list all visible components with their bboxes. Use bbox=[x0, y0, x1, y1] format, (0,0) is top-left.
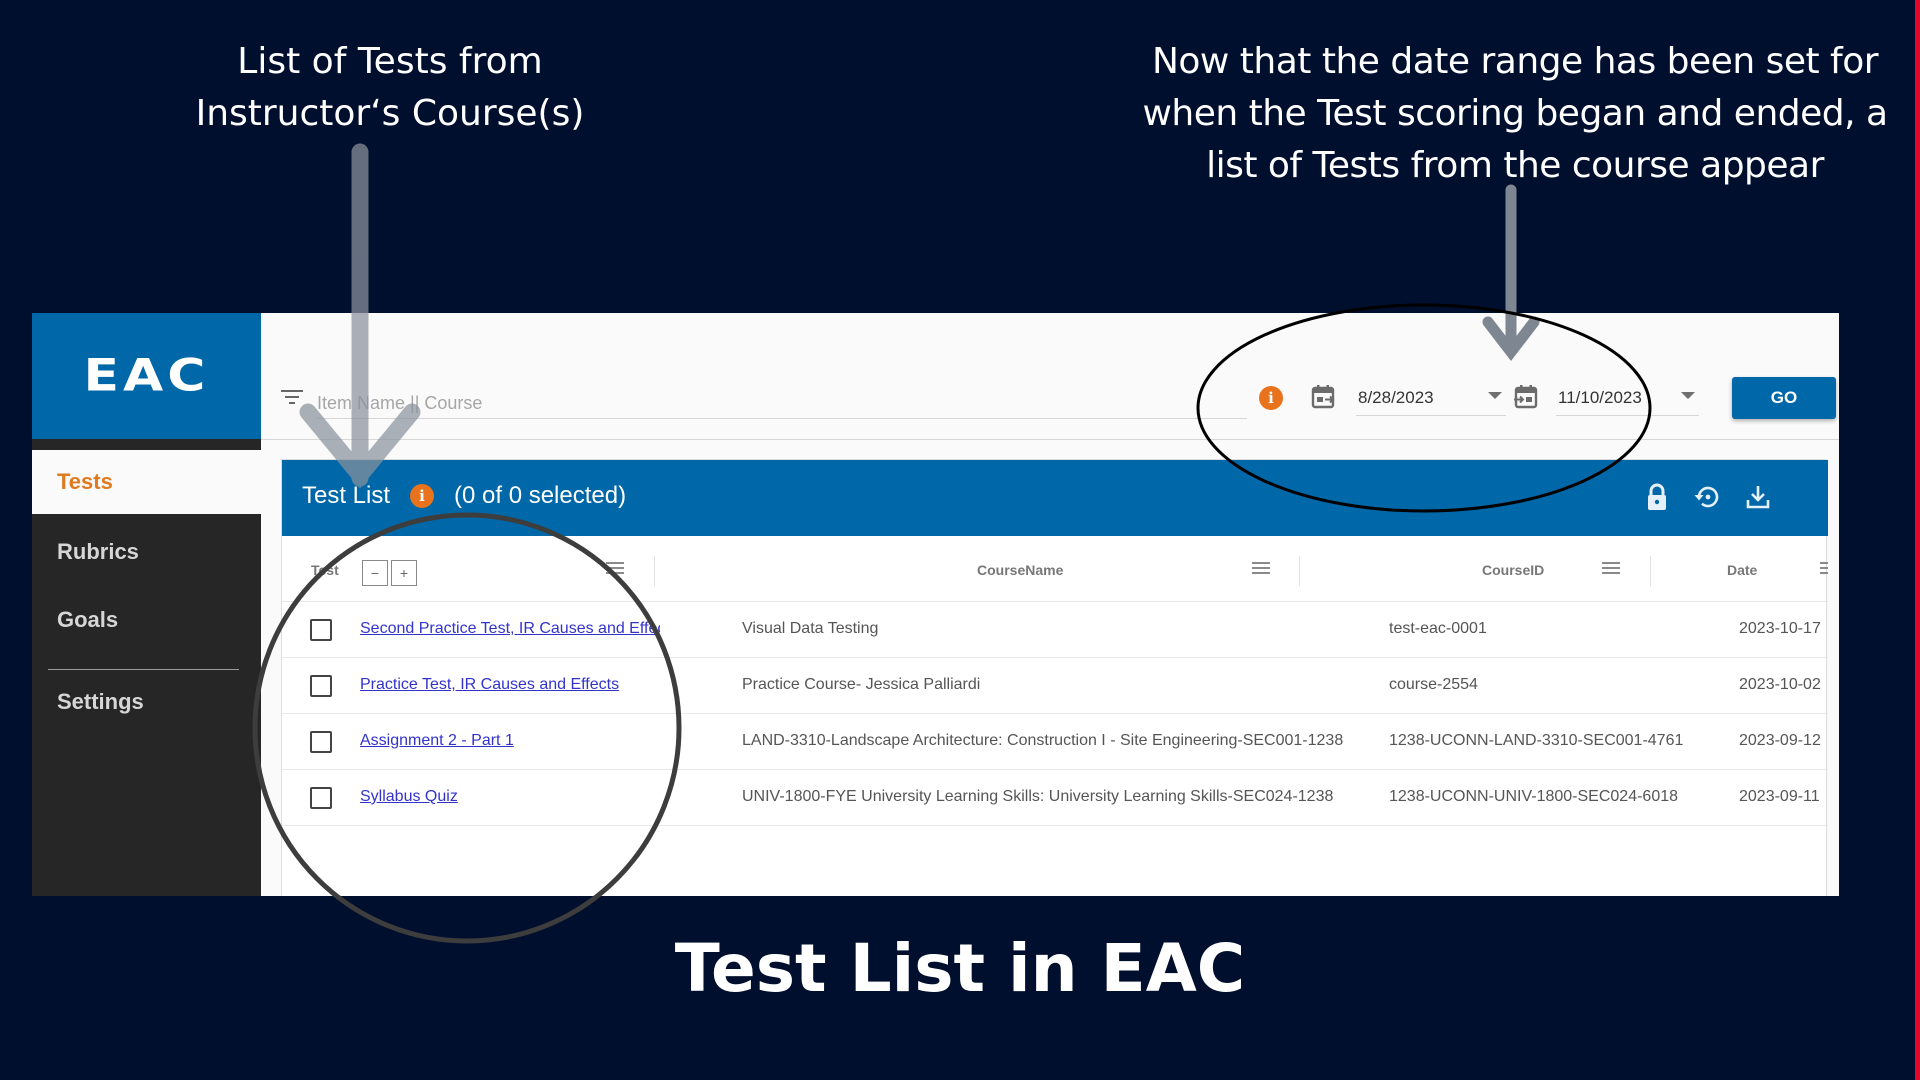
filter-list-icon[interactable] bbox=[281, 389, 303, 405]
logo-header: EAC bbox=[32, 313, 261, 439]
course-name-cell: LAND-3310-Landscape Architecture: Constr… bbox=[742, 732, 1344, 749]
go-button[interactable]: GO bbox=[1732, 377, 1836, 419]
row-checkbox[interactable] bbox=[310, 787, 332, 809]
chevron-down-icon bbox=[1681, 392, 1695, 399]
caption-line: Instructor‘s Course(s) bbox=[195, 93, 585, 134]
column-header-date[interactable]: Date bbox=[1727, 562, 1757, 578]
info-icon[interactable]: i bbox=[1259, 386, 1283, 410]
selection-count: (0 of 0 selected) bbox=[454, 482, 627, 509]
expand-all-button[interactable]: + bbox=[391, 560, 417, 586]
date-cell: 2023-09-12 bbox=[1739, 732, 1821, 749]
grid-title: Test List bbox=[302, 482, 391, 509]
slide-title: Test List in EAC bbox=[674, 930, 1246, 1007]
column-separator[interactable] bbox=[1650, 556, 1651, 586]
right-edge-strip bbox=[1915, 0, 1920, 1080]
search-input[interactable] bbox=[317, 389, 1247, 419]
caption-line: list of Tests from the course appear bbox=[1206, 145, 1824, 186]
eac-logo: EAC bbox=[83, 350, 210, 402]
download-icon[interactable] bbox=[1743, 482, 1773, 512]
table-row[interactable]: Practice Test, IR Causes and Effects Pra… bbox=[282, 658, 1828, 714]
test-link[interactable]: Practice Test, IR Causes and Effects bbox=[360, 676, 619, 694]
calendar-end-icon[interactable] bbox=[1513, 384, 1539, 410]
sidebar-item-rubrics[interactable]: Rubrics bbox=[32, 520, 261, 584]
test-list-grid: Test List i (0 of 0 selected) Test − + C… bbox=[281, 459, 1828, 896]
column-header-test[interactable]: Test bbox=[311, 562, 339, 578]
column-header-coursename[interactable]: CourseName bbox=[977, 562, 1063, 578]
column-separator[interactable] bbox=[1299, 556, 1300, 586]
row-checkbox[interactable] bbox=[310, 675, 332, 697]
date-cell: 2023-10-02 bbox=[1739, 676, 1821, 693]
course-id-cell: 1238-UCONN-LAND-3310-SEC001-4761 bbox=[1389, 732, 1684, 749]
end-date-field[interactable]: 11/10/2023 bbox=[1556, 380, 1699, 416]
column-menu-icon[interactable] bbox=[1602, 562, 1620, 574]
chevron-down-icon bbox=[1488, 392, 1502, 399]
start-date-field[interactable]: 8/28/2023 bbox=[1356, 380, 1506, 416]
test-link[interactable]: Assignment 2 - Part 1 bbox=[360, 732, 514, 750]
sidebar-item-tests[interactable]: Tests bbox=[32, 450, 261, 514]
course-name-cell: Practice Course- Jessica Palliardi bbox=[742, 676, 981, 693]
end-date-value: 11/10/2023 bbox=[1558, 387, 1642, 407]
caption-line: List of Tests from bbox=[237, 41, 543, 82]
caption-line: when the Test scoring began and ended, a bbox=[1142, 93, 1888, 134]
column-menu-icon[interactable] bbox=[1820, 562, 1828, 574]
table-row[interactable]: Second Practice Test, IR Causes and Effe… bbox=[282, 602, 1828, 658]
lock-icon[interactable] bbox=[1642, 482, 1672, 512]
end-date-picker: 11/10/2023 bbox=[1513, 380, 1713, 420]
grid-header-bar: Test List i (0 of 0 selected) bbox=[282, 460, 1828, 536]
date-cell: 2023-10-17 bbox=[1739, 620, 1821, 637]
main-content: i 8/28/2023 bbox=[261, 313, 1839, 896]
course-id-cell: course-2554 bbox=[1389, 676, 1478, 693]
row-checkbox[interactable] bbox=[310, 619, 332, 641]
collapse-all-button[interactable]: − bbox=[362, 560, 388, 586]
eac-app-window: EAC Tests Rubrics Goals Settings i bbox=[32, 313, 1839, 896]
column-menu-icon[interactable] bbox=[606, 562, 624, 574]
sidebar: EAC Tests Rubrics Goals Settings bbox=[32, 313, 261, 896]
restore-icon[interactable] bbox=[1692, 482, 1722, 512]
table-row[interactable]: Assignment 2 - Part 1 LAND-3310-Landscap… bbox=[282, 714, 1828, 770]
column-separator[interactable] bbox=[654, 556, 655, 586]
course-id-cell: 1238-UCONN-UNIV-1800-SEC024-6018 bbox=[1389, 788, 1679, 805]
date-cell: 2023-09-11 bbox=[1739, 788, 1820, 805]
toolbar: i 8/28/2023 bbox=[261, 313, 1839, 440]
table-row[interactable]: Syllabus Quiz UNIV-1800-FYE University L… bbox=[282, 770, 1828, 826]
course-name-cell: Visual Data Testing bbox=[742, 620, 879, 637]
start-date-value: 8/28/2023 bbox=[1358, 387, 1434, 407]
sidebar-item-settings[interactable]: Settings bbox=[32, 670, 261, 734]
start-date-picker: 8/28/2023 bbox=[1311, 380, 1511, 420]
annotation-caption-right: Now that the date range has been set for… bbox=[1120, 36, 1910, 192]
test-link[interactable]: Second Practice Test, IR Causes and Effe… bbox=[360, 620, 660, 638]
caption-line: Now that the date range has been set for bbox=[1151, 41, 1879, 82]
test-link[interactable]: Syllabus Quiz bbox=[360, 788, 458, 806]
sidebar-item-goals[interactable]: Goals bbox=[32, 588, 261, 652]
calendar-start-icon[interactable] bbox=[1311, 384, 1337, 410]
column-header-courseid[interactable]: CourseID bbox=[1482, 562, 1544, 578]
annotation-caption-left: List of Tests from Instructor‘s Course(s… bbox=[150, 36, 630, 140]
column-header-row: Test − + CourseName CourseID Date bbox=[282, 536, 1828, 602]
row-checkbox[interactable] bbox=[310, 731, 332, 753]
info-icon[interactable]: i bbox=[410, 484, 434, 508]
course-id-cell: test-eac-0001 bbox=[1389, 620, 1487, 637]
course-name-cell: UNIV-1800-FYE University Learning Skills… bbox=[742, 788, 1334, 805]
column-menu-icon[interactable] bbox=[1252, 562, 1270, 574]
